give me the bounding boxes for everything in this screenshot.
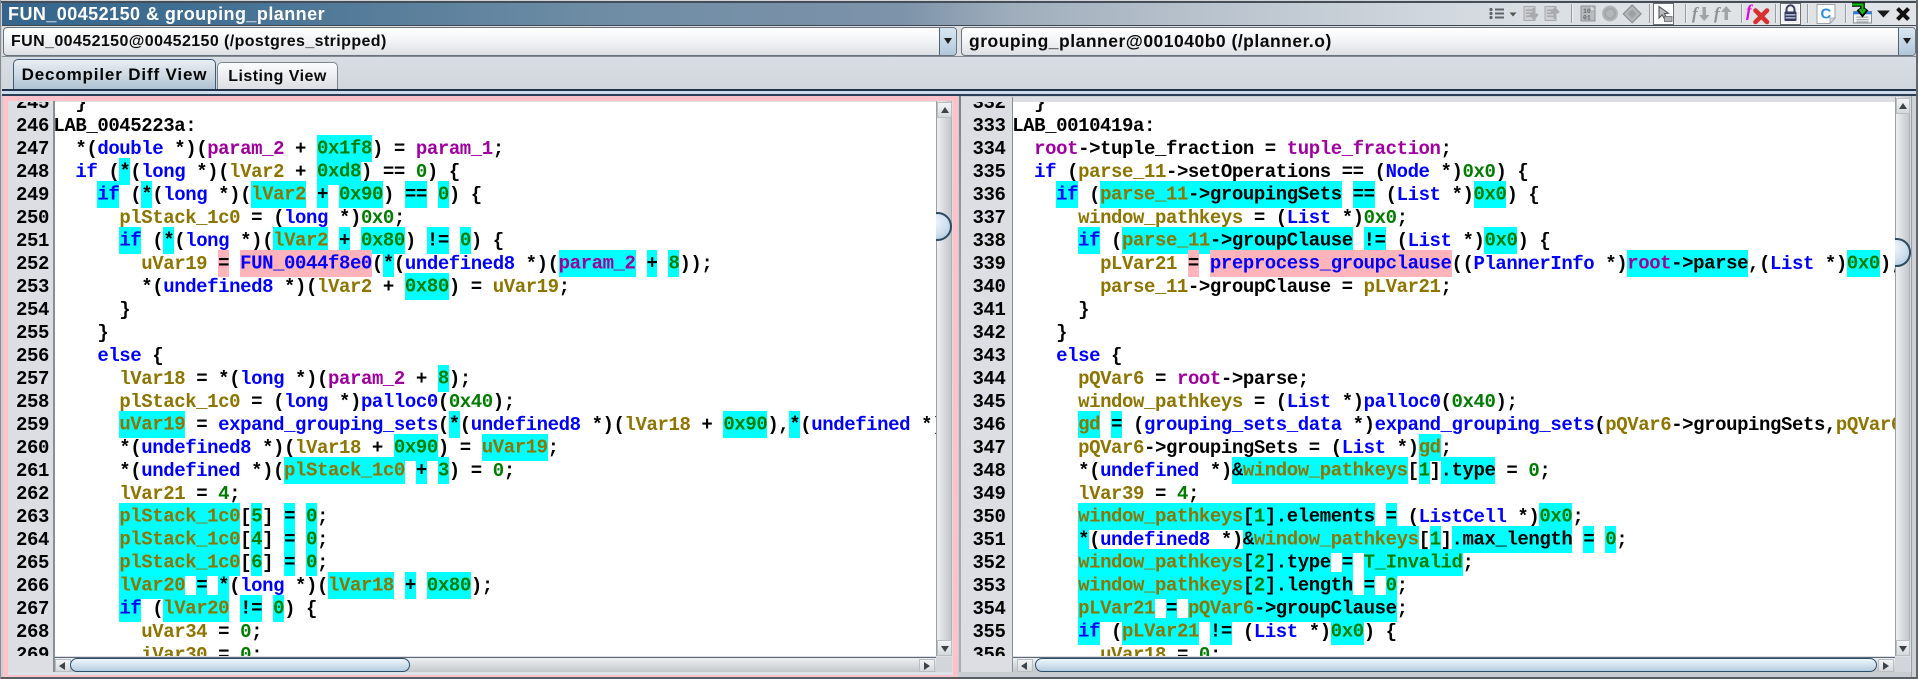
svg-text:C: C: [1821, 6, 1832, 23]
svg-text:f: f: [1746, 2, 1754, 21]
svg-text:01: 01: [1583, 15, 1591, 22]
svg-text:f: f: [1692, 4, 1700, 23]
svg-text:f: f: [1714, 4, 1722, 23]
